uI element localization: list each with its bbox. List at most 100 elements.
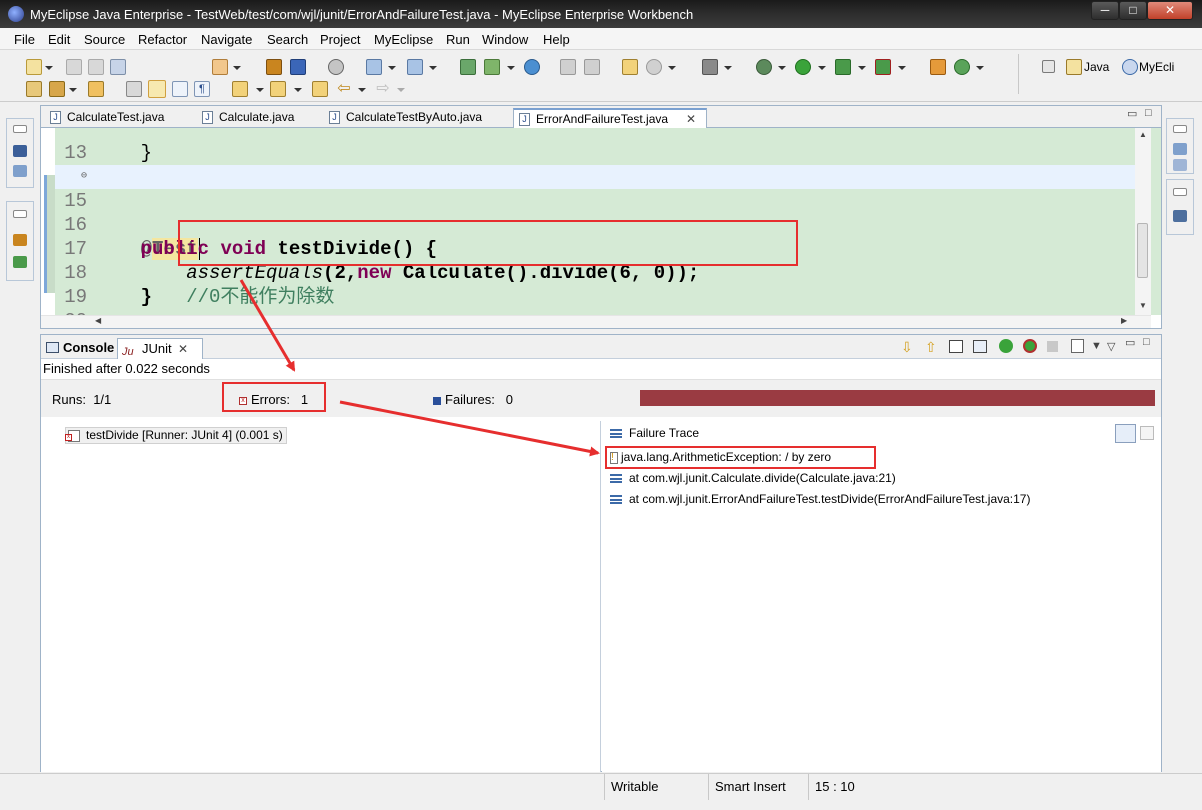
navigator-icon[interactable] — [13, 256, 27, 268]
history-dropdown-icon[interactable]: ▼ — [1091, 340, 1102, 352]
run-dropdown-arrow[interactable] — [818, 66, 826, 70]
task-list-icon[interactable] — [1173, 159, 1187, 171]
new-class-dropdown-arrow[interactable] — [507, 66, 515, 70]
help-dropdown-arrow[interactable] — [668, 66, 676, 70]
open-task-dropdown-arrow[interactable] — [429, 66, 437, 70]
java-perspective-button[interactable]: Java — [1084, 60, 1109, 74]
menu-refactor[interactable]: Refactor — [138, 32, 187, 47]
help-icon[interactable] — [646, 59, 662, 75]
tab-error-and-failure-test[interactable]: J ErrorAndFailureTest.java ✕ — [513, 108, 707, 128]
menu-myeclipse[interactable]: MyEclipse — [374, 32, 433, 47]
show-whitespace-icon[interactable]: ¶ — [194, 81, 210, 97]
scroll-down-icon[interactable]: ▼ — [1139, 301, 1147, 310]
open-task-icon[interactable] — [407, 59, 423, 75]
menu-file[interactable]: File — [14, 32, 35, 47]
close-tab-icon[interactable]: ✕ — [178, 339, 188, 359]
menu-navigate[interactable]: Navigate — [201, 32, 252, 47]
stop-icon[interactable] — [1047, 341, 1058, 352]
trace-line-frame-1[interactable]: at com.wjl.junit.Calculate.divide(Calcul… — [610, 471, 896, 485]
package-icon[interactable] — [266, 59, 282, 75]
deploy-icon[interactable] — [290, 59, 306, 75]
forward-dropdown-arrow[interactable] — [397, 88, 405, 92]
external-tools-icon[interactable] — [622, 59, 638, 75]
menu-project[interactable]: Project — [320, 32, 360, 47]
scroll-up-icon[interactable]: ▲ — [1139, 130, 1147, 139]
next-annotation-icon[interactable] — [232, 81, 248, 97]
new-web-project-icon[interactable] — [212, 59, 228, 75]
debug-dropdown-arrow[interactable] — [778, 66, 786, 70]
open-type-icon[interactable] — [366, 59, 382, 75]
rerun-test-icon[interactable] — [999, 339, 1013, 353]
save-icon[interactable] — [66, 59, 82, 75]
screenshot-icon[interactable] — [702, 59, 718, 75]
trace-line-frame-2[interactable]: at com.wjl.junit.ErrorAndFailureTest.tes… — [610, 492, 1030, 506]
scroll-left-icon[interactable]: ◀ — [95, 316, 101, 325]
print-icon[interactable] — [110, 59, 126, 75]
minimize-button[interactable]: ─ — [1091, 1, 1119, 20]
rerun-failed-first-icon[interactable] — [1023, 339, 1037, 353]
menu-help[interactable]: Help — [543, 32, 570, 47]
tab-calculate-test-by-auto[interactable]: J CalculateTestByAuto.java — [324, 108, 510, 128]
new-class-icon[interactable] — [484, 59, 500, 75]
previous-failure-icon[interactable]: ⇧ — [925, 339, 937, 356]
test-tree-item[interactable]: x testDivide [Runner: JUnit 4] (0.001 s) — [65, 427, 287, 444]
maximize-button[interactable]: □ — [1119, 1, 1147, 20]
menu-search[interactable]: Search — [267, 32, 308, 47]
forward-icon[interactable]: ⇨ — [375, 81, 391, 97]
coverage-icon[interactable] — [835, 59, 851, 75]
minimize-editor-icon[interactable]: ▭ — [1127, 107, 1137, 120]
package-explorer-icon[interactable] — [13, 145, 27, 157]
next-failure-icon[interactable]: ⇩ — [901, 339, 913, 356]
open-type-dropdown-arrow[interactable] — [388, 66, 396, 70]
back-icon[interactable]: ⇦ — [336, 81, 352, 97]
tab-calculate[interactable]: J Calculate.java — [197, 108, 321, 128]
menu-source[interactable]: Source — [84, 32, 125, 47]
maximize-editor-icon[interactable]: □ — [1145, 107, 1152, 119]
failures-only-icon[interactable] — [949, 340, 963, 353]
tab-console[interactable]: Console — [45, 338, 114, 359]
editor-horizontal-scrollbar[interactable]: ◀ ▶ — [41, 315, 1151, 328]
close-tab-icon[interactable]: ✕ — [686, 110, 696, 129]
new-java-project-icon[interactable] — [460, 59, 476, 75]
new-dropdown-arrow[interactable] — [45, 66, 53, 70]
menu-window[interactable]: Window — [482, 32, 528, 47]
open-perspective-icon[interactable] — [560, 59, 576, 75]
back-dropdown-arrow[interactable] — [358, 88, 366, 92]
refresh-icon[interactable] — [584, 59, 600, 75]
screenshot-dropdown-arrow[interactable] — [724, 66, 732, 70]
compare-result-icon[interactable] — [1140, 426, 1154, 440]
new-web-dropdown-arrow[interactable] — [233, 66, 241, 70]
highlight-icon[interactable] — [148, 80, 166, 98]
restore-icon[interactable] — [13, 125, 27, 133]
new-icon[interactable] — [26, 59, 42, 75]
hierarchy-icon[interactable] — [13, 165, 27, 177]
last-edit-icon[interactable] — [312, 81, 328, 97]
synchronize-icon[interactable] — [954, 59, 970, 75]
block-selection-icon[interactable] — [172, 81, 188, 97]
save-all-icon[interactable] — [88, 59, 104, 75]
close-button[interactable]: ✕ — [1147, 1, 1193, 20]
restore-icon[interactable] — [1173, 125, 1187, 133]
prev-annotation-dropdown-arrow[interactable] — [294, 88, 302, 92]
server-icon[interactable] — [328, 59, 344, 75]
scroll-thumb[interactable] — [1137, 223, 1148, 278]
menu-run[interactable]: Run — [446, 32, 470, 47]
editor-vertical-scrollbar[interactable]: ▲ ▼ — [1135, 128, 1151, 315]
open-project-icon[interactable] — [26, 81, 42, 97]
filter-stack-trace-icon[interactable] — [1115, 424, 1136, 443]
menu-edit[interactable]: Edit — [48, 32, 70, 47]
tab-junit[interactable]: Ju JUnit ✕ — [117, 338, 203, 359]
tab-calculate-test[interactable]: J CalculateTest.java — [45, 108, 195, 128]
view-menu-icon[interactable]: ▽ — [1107, 340, 1115, 353]
profile-dropdown-arrow[interactable] — [898, 66, 906, 70]
toggle-mark-icon[interactable] — [126, 81, 142, 97]
fold-icon[interactable]: ⊖ — [81, 165, 87, 189]
test-run-history-icon[interactable] — [1071, 339, 1084, 353]
restore-icon[interactable] — [1173, 188, 1187, 196]
synchronize-dropdown-arrow[interactable] — [976, 66, 984, 70]
scroll-lock-icon[interactable] — [973, 340, 987, 353]
prev-annotation-icon[interactable] — [270, 81, 286, 97]
browser-icon[interactable] — [524, 59, 540, 75]
next-annotation-dropdown-arrow[interactable] — [256, 88, 264, 92]
coverage-dropdown-arrow[interactable] — [858, 66, 866, 70]
